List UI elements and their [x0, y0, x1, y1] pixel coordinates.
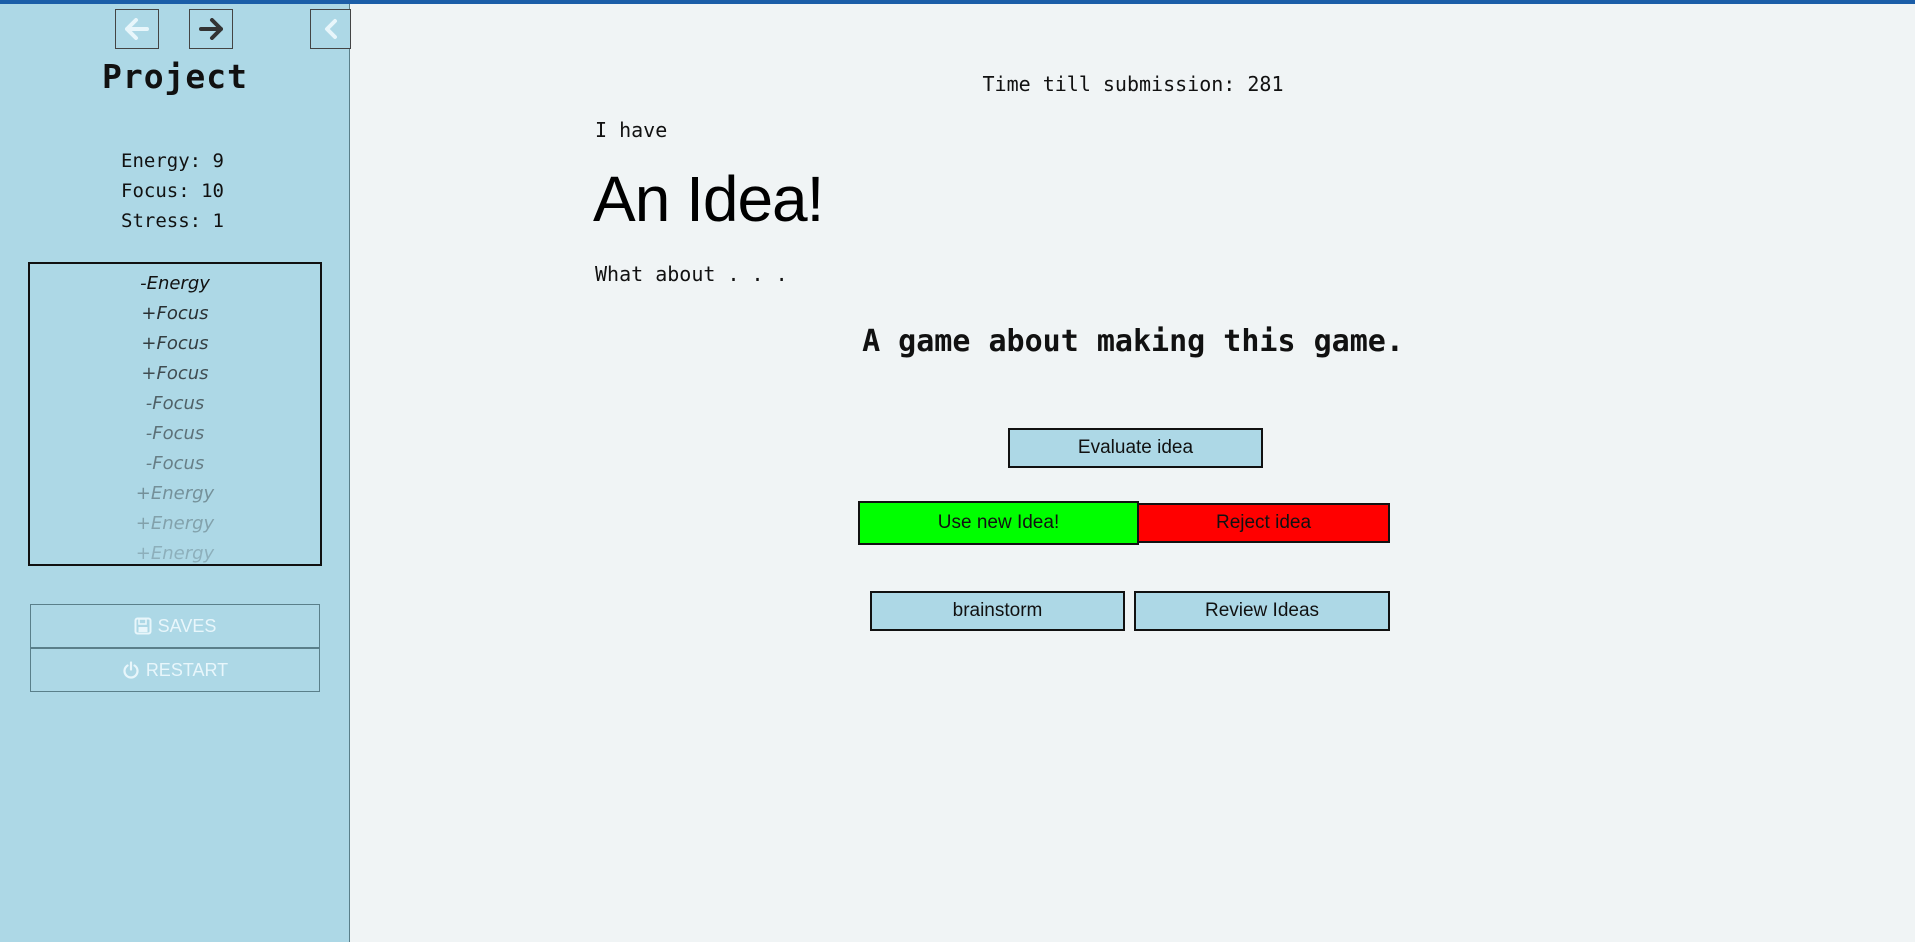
stress-stat: Stress: 1: [121, 210, 224, 232]
history-item: -Focus: [145, 423, 205, 444]
history-item: -Focus: [145, 453, 205, 474]
sidebar: Project Energy: 9 Focus: 10 Stress: 1 -E…: [0, 4, 351, 942]
forward-button[interactable]: [189, 9, 233, 49]
restart-label: RESTART: [145, 659, 229, 680]
stats-panel: Energy: 9 Focus: 10 Stress: 1: [121, 146, 224, 236]
main-panel: Time till submission: 281 I have An Idea…: [351, 4, 1915, 942]
arrow-left-icon: [125, 18, 149, 40]
collapse-sidebar-button[interactable]: [310, 9, 351, 49]
back-button[interactable]: [115, 9, 159, 49]
history-log: -Energy +Focus +Focus +Focus -Focus -Foc…: [28, 262, 322, 566]
history-item: +Energy: [135, 513, 215, 534]
idea-text: A game about making this game.: [862, 324, 1404, 359]
focus-stat: Focus: 10: [121, 180, 224, 202]
history-item: -Energy: [140, 273, 210, 294]
saves-button[interactable]: SAVES: [30, 604, 320, 648]
history-item: +Energy: [135, 483, 215, 504]
restart-button[interactable]: RESTART: [30, 648, 320, 692]
headline: An Idea!: [593, 163, 824, 235]
intro-text: I have: [595, 118, 668, 142]
energy-stat: Energy: 9: [121, 150, 224, 172]
floppy-disk-icon: [134, 617, 152, 635]
arrow-right-icon: [199, 18, 223, 40]
evaluate-idea-button[interactable]: Evaluate idea: [1008, 428, 1263, 468]
history-item: +Focus: [141, 333, 209, 354]
prompt-text: What about . . .: [595, 262, 788, 286]
reject-idea-button[interactable]: Reject idea: [1137, 503, 1390, 543]
brainstorm-button[interactable]: brainstorm: [870, 591, 1125, 631]
use-new-idea-button[interactable]: Use new Idea!: [858, 501, 1139, 545]
power-icon: [123, 661, 139, 679]
history-item: +Focus: [141, 363, 209, 384]
submission-timer: Time till submission: 281: [982, 72, 1284, 96]
history-item: +Focus: [141, 303, 209, 324]
review-ideas-button[interactable]: Review Ideas: [1134, 591, 1390, 631]
chevron-left-icon: [324, 19, 337, 39]
saves-label: SAVES: [157, 615, 217, 636]
history-item: +Energy: [135, 543, 215, 564]
project-title: Project: [101, 57, 249, 96]
history-item: -Focus: [145, 393, 205, 414]
